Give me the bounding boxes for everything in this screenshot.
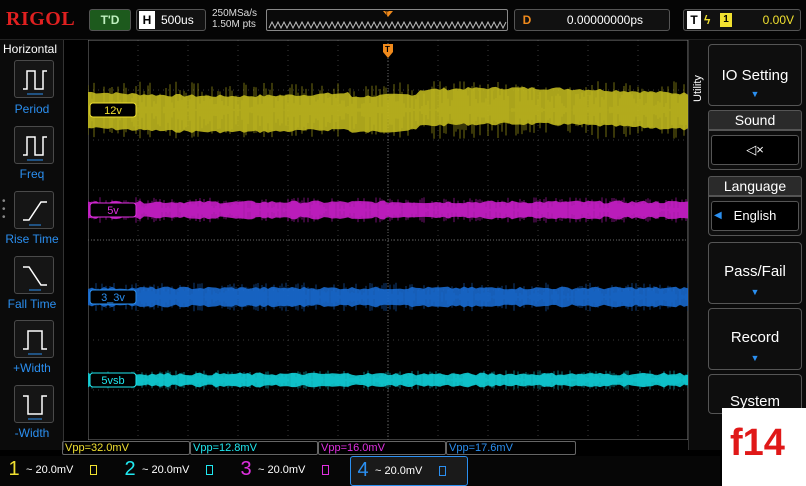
trigger-status: T'D: [89, 9, 131, 31]
rise-time-button[interactable]: [14, 191, 54, 229]
channel-label-text: 5v: [107, 205, 119, 217]
channel-number: 2: [124, 458, 136, 480]
language-value: ◀ English: [711, 201, 799, 231]
memory-position-strip[interactable]: T: [266, 9, 508, 31]
channel-3-status[interactable]: 3 ~ 20.0mV: [234, 456, 344, 486]
language-menu-item[interactable]: ◀ English: [708, 196, 802, 236]
channel-marker-4: 43_3v: [89, 289, 137, 305]
sound-menu-item[interactable]: ◁×: [708, 130, 802, 170]
chevron-down-icon: ▼: [750, 353, 760, 363]
timebase-value: 500us: [161, 13, 194, 27]
period-button[interactable]: [14, 60, 54, 98]
pass-fail-label: Pass/Fail: [724, 263, 786, 280]
waveform-display[interactable]: 112v 35v 43_3v 25vsb T: [88, 40, 688, 440]
channel-number: 3: [240, 458, 252, 480]
record-label: Record: [730, 329, 780, 346]
fall-time-label: Fall Time: [7, 297, 57, 311]
io-setting-label: IO Setting: [721, 67, 789, 84]
io-setting-menu-item[interactable]: IO Setting ▼: [708, 44, 802, 106]
measurement-ch3[interactable]: Vpp=16.0mV: [318, 441, 446, 455]
pos-width-label: +Width: [13, 361, 51, 375]
channel-scale: ~ 20.0mV: [375, 465, 423, 477]
memory-waveform-preview: T: [268, 11, 507, 30]
trigger-source: 1: [720, 13, 732, 27]
measurement-ch2[interactable]: Vpp=12.8mV: [190, 441, 318, 455]
channel-marker-2: 25vsb: [89, 372, 137, 388]
fall-time-icon: [23, 266, 47, 291]
pass-fail-menu-item[interactable]: Pass/Fail ▼: [708, 242, 802, 304]
timebase-display[interactable]: H 500us: [136, 9, 206, 31]
channel-marker-1: 112v: [89, 102, 137, 118]
chevron-down-icon: ▼: [750, 287, 760, 297]
bandwidth-limit-icon: [90, 465, 97, 475]
channel-2-status[interactable]: 2 ~ 20.0mV: [118, 456, 228, 486]
channel-scale: ~ 20.0mV: [142, 464, 190, 476]
delay-display[interactable]: D 0.00000000ps: [514, 9, 670, 31]
channel-4-status[interactable]: 4 ~ 20.0mV: [350, 456, 468, 486]
sound-menu-header: Sound: [708, 110, 802, 130]
record-menu-item[interactable]: Record ▼: [708, 308, 802, 370]
channel-scale: ~ 20.0mV: [26, 464, 74, 476]
bandwidth-limit-icon: [206, 465, 213, 475]
channel-scale: ~ 20.0mV: [258, 464, 306, 476]
delay-key: D: [522, 13, 532, 27]
scroll-indicator-top: • • •: [2, 196, 6, 223]
channel-number: 1: [8, 458, 20, 480]
rising-edge-icon: ϟ: [704, 13, 711, 27]
language-menu-header: Language: [708, 176, 802, 196]
svg-text:T: T: [385, 45, 390, 54]
sample-rate: 250MSa/s: [212, 8, 258, 19]
neg-width-icon: [23, 395, 47, 420]
measurement-ch4[interactable]: Vpp=17.6mV: [446, 441, 576, 455]
measurement-results: Vpp=32.0mV Vpp=12.8mV Vpp=16.0mV Vpp=17.…: [62, 441, 688, 455]
freq-button[interactable]: [14, 126, 54, 164]
trigger-display[interactable]: T ϟ 1 0.00V: [683, 9, 801, 31]
acquisition-info: 250MSa/s 1.50M pts: [212, 8, 257, 30]
trigger-level: 0.00V: [762, 13, 794, 27]
pos-width-button[interactable]: [14, 320, 54, 358]
timebase-key: H: [139, 11, 155, 29]
bandwidth-limit-icon: [322, 465, 329, 475]
figure-label: f14: [722, 408, 806, 486]
channel-label-text: 3_3v: [101, 292, 125, 304]
rise-time-label: Rise Time: [5, 232, 59, 246]
channel-marker-3: 35v: [89, 202, 137, 218]
top-status-bar: RIGOL T'D H 500us 250MSa/s 1.50M pts T D…: [0, 0, 806, 40]
measurement-ch1[interactable]: Vpp=32.0mV: [62, 441, 190, 455]
panel-title: Horizontal: [3, 42, 58, 56]
period-icon: [23, 70, 47, 95]
pos-width-icon: [23, 330, 47, 355]
channel-label-text: 12v: [104, 105, 122, 117]
chevron-down-icon: ▼: [750, 89, 760, 99]
neg-width-label: -Width: [14, 426, 50, 440]
neg-width-button[interactable]: [14, 385, 54, 423]
channel-label-text: 5vsb: [101, 375, 124, 387]
brand-logo: RIGOL: [6, 8, 76, 30]
channel-1-status[interactable]: 1 ~ 20.0mV: [2, 456, 112, 486]
menu-tab: Utility: [692, 62, 706, 102]
figure-label-text: f14: [730, 422, 785, 464]
channel-number: 4: [357, 459, 369, 481]
menu-tab-label: Utility: [692, 75, 704, 102]
rise-time-icon: [23, 201, 47, 226]
channel-status-bar: 1 ~ 20.0mV 2 ~ 20.0mV 3 ~ 20.0mV 4 ~ 20.…: [0, 456, 720, 486]
delay-value: 0.00000000ps: [566, 13, 643, 27]
freq-label: Freq: [19, 167, 45, 181]
horizontal-measure-panel: Horizontal Period Freq • • • Rise Time Fal…: [0, 40, 64, 450]
freq-icon: [23, 136, 47, 161]
chevron-left-icon: ◀: [714, 210, 722, 221]
bandwidth-limit-icon: [439, 466, 446, 476]
trigger-key: T: [687, 11, 701, 29]
memory-depth: 1.50M pts: [212, 19, 256, 30]
speaker-mute-icon: ◁×: [711, 135, 799, 165]
period-label: Period: [14, 102, 50, 116]
svg-text:T: T: [385, 12, 389, 18]
fall-time-button[interactable]: [14, 256, 54, 294]
